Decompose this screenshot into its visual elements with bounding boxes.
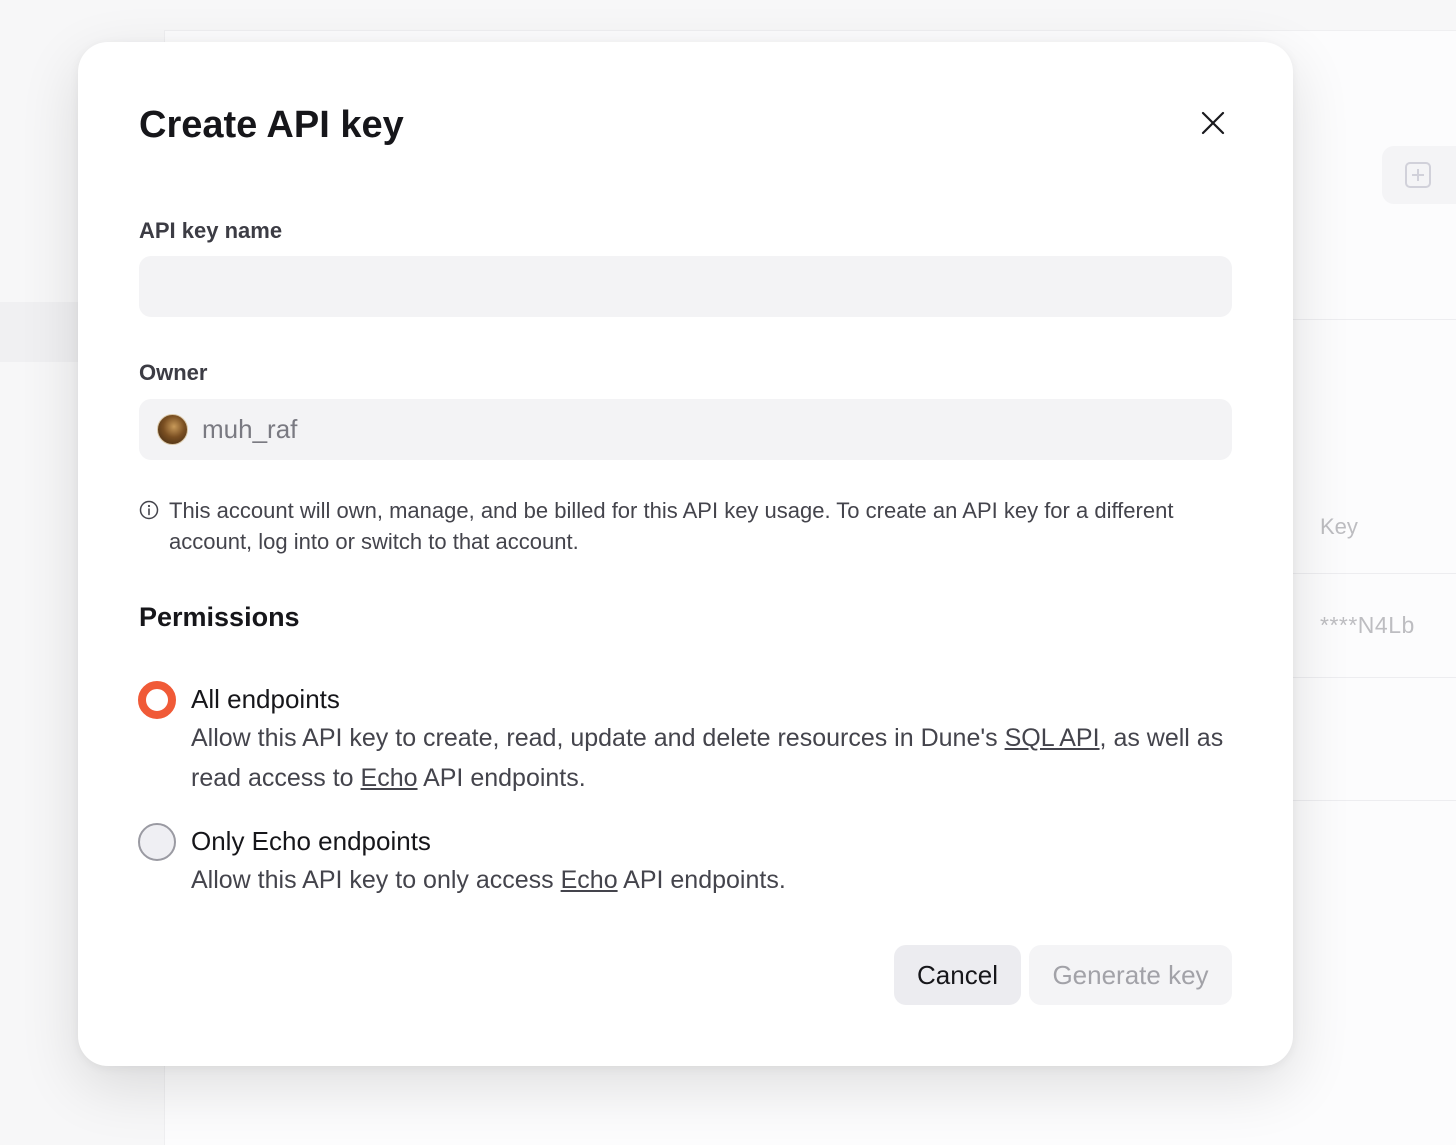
generate-key-button[interactable]: Generate key <box>1029 945 1232 1005</box>
info-note-text: This account will own, manage, and be bi… <box>169 498 1174 554</box>
info-icon <box>139 500 159 520</box>
option-description: Allow this API key to only access Echo A… <box>191 866 786 894</box>
avatar <box>157 414 188 445</box>
owner-label: Owner <box>139 360 208 385</box>
permission-option-only-echo[interactable]: Only Echo endpoints Allow this API key t… <box>138 823 1238 900</box>
option-description: Allow this API key to create, read, upda… <box>191 724 1224 792</box>
option-title: All endpoints <box>191 684 340 714</box>
echo-link[interactable]: Echo <box>361 764 418 792</box>
cancel-button[interactable]: Cancel <box>894 945 1021 1005</box>
dialog-title: Create API key <box>139 104 404 146</box>
permission-option-all-endpoints[interactable]: All endpoints Allow this API key to crea… <box>138 681 1238 798</box>
radio-only-echo-endpoints[interactable] <box>138 823 176 861</box>
close-icon <box>1201 111 1225 135</box>
owner-name: muh_raf <box>202 414 298 444</box>
option-title: Only Echo endpoints <box>191 826 431 856</box>
radio-all-endpoints[interactable] <box>138 681 176 719</box>
create-api-key-dialog: Create API key API key name Owner muh_ra… <box>78 42 1293 1066</box>
api-key-name-input[interactable] <box>139 256 1232 317</box>
api-key-name-label: API key name <box>139 218 283 243</box>
owner-info-note: This account will own, manage, and be bi… <box>139 495 1232 557</box>
close-button[interactable] <box>1188 98 1238 148</box>
sql-api-link[interactable]: SQL API <box>1005 724 1100 752</box>
echo-link[interactable]: Echo <box>561 866 618 894</box>
permissions-heading: Permissions <box>139 602 300 632</box>
owner-field: muh_raf <box>139 399 1232 460</box>
